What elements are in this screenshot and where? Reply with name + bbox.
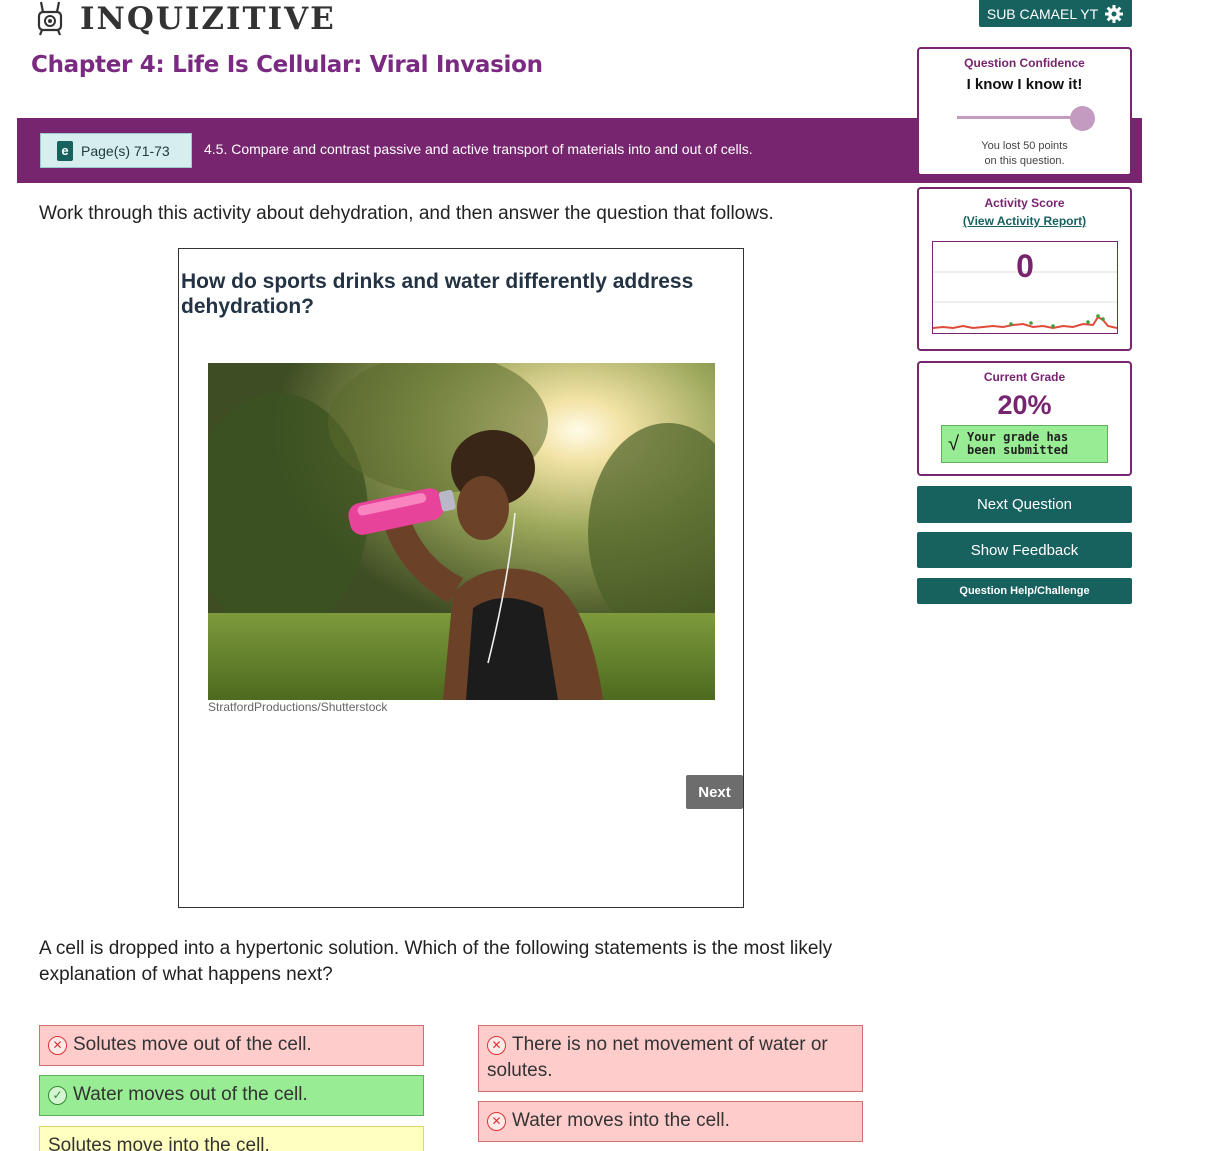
- confidence-slider-track[interactable]: [957, 116, 1082, 119]
- activity-instruction: Work through this activity about dehydra…: [39, 203, 774, 224]
- gear-icon: [1105, 4, 1124, 23]
- grade-submitted-badge: √ Your grade has been submitted: [941, 425, 1108, 463]
- confidence-panel: Question Confidence I know I know it! Yo…: [917, 47, 1132, 176]
- incorrect-icon: ✕: [487, 1111, 506, 1131]
- activity-photo: [208, 363, 715, 700]
- question-help-button[interactable]: Question Help/Challenge: [917, 578, 1132, 604]
- confidence-label: Question Confidence: [964, 56, 1085, 70]
- confidence-value: I know I know it!: [966, 76, 1083, 93]
- photo-credit: StratfordProductions/Shutterstock: [208, 700, 388, 714]
- checkmark-icon: √: [948, 432, 959, 455]
- answer-text: Water moves out of the cell.: [73, 1084, 308, 1105]
- incorrect-icon: ✕: [48, 1035, 67, 1055]
- confidence-slider-handle[interactable]: [1070, 106, 1095, 131]
- next-question-button[interactable]: Next Question: [917, 486, 1132, 523]
- user-name-label: SUB CAMAEL YT: [986, 5, 1099, 22]
- answer-text: Solutes move into the cell.: [48, 1135, 270, 1151]
- submitted-line2: been submitted: [966, 443, 1069, 457]
- points-lost-line2: on this question.: [984, 155, 1065, 167]
- current-grade-panel: Current Grade 20% √ Your grade has been …: [917, 361, 1132, 476]
- activity-score-panel: Activity Score (View Activity Report) 0: [917, 187, 1132, 351]
- score-chart: 0: [932, 241, 1118, 334]
- answer-option[interactable]: ✕ There is no net movement of water or so…: [478, 1025, 863, 1092]
- answer-option[interactable]: Solutes move into the cell.: [39, 1126, 424, 1151]
- activity-score-label: Activity Score: [984, 196, 1065, 210]
- mascot-icon: [37, 1, 63, 36]
- page-reference-label: Page(s) 71-73: [81, 142, 170, 159]
- view-activity-report-link[interactable]: (View Activity Report): [919, 214, 1130, 228]
- answer-text: Solutes move out of the cell.: [73, 1034, 312, 1055]
- points-lost-text: You lost 50 points on this question.: [919, 139, 1130, 169]
- chapter-title: Chapter 4: Life Is Cellular: Viral Invas…: [31, 52, 543, 78]
- question-text: A cell is dropped into a hypertonic solu…: [39, 938, 833, 985]
- answer-option[interactable]: ✕ Water moves into the cell.: [478, 1101, 863, 1142]
- app-logo: INQUIZITIVE: [30, 0, 336, 38]
- activity-next-button[interactable]: Next: [686, 775, 743, 809]
- user-menu-button[interactable]: SUB CAMAEL YT: [979, 0, 1132, 27]
- learning-objective: 4.5. Compare and contrast passive and ac…: [204, 141, 753, 157]
- activity-score-value: 0: [1016, 248, 1034, 284]
- points-lost-line1: You lost 50 points: [981, 140, 1068, 152]
- current-grade-value: 20%: [997, 390, 1052, 420]
- activity-frame: How do sports drinks and water different…: [178, 248, 744, 908]
- ebook-icon: e: [57, 140, 73, 161]
- current-grade-label: Current Grade: [983, 370, 1066, 384]
- logo-text: INQUIZITIVE: [80, 1, 336, 37]
- activity-heading: How do sports drinks and water different…: [181, 270, 694, 318]
- page-reference-button[interactable]: e Page(s) 71-73: [40, 133, 192, 168]
- correct-icon: ✓: [48, 1085, 67, 1105]
- answer-text: Water moves into the cell.: [512, 1110, 730, 1131]
- answer-option[interactable]: ✓ Water moves out of the cell.: [39, 1075, 424, 1116]
- show-feedback-button[interactable]: Show Feedback: [917, 532, 1132, 568]
- answer-option[interactable]: ✕ Solutes move out of the cell.: [39, 1025, 424, 1066]
- answer-text: There is no net movement of water or sol…: [487, 1034, 828, 1081]
- incorrect-icon: ✕: [487, 1035, 506, 1055]
